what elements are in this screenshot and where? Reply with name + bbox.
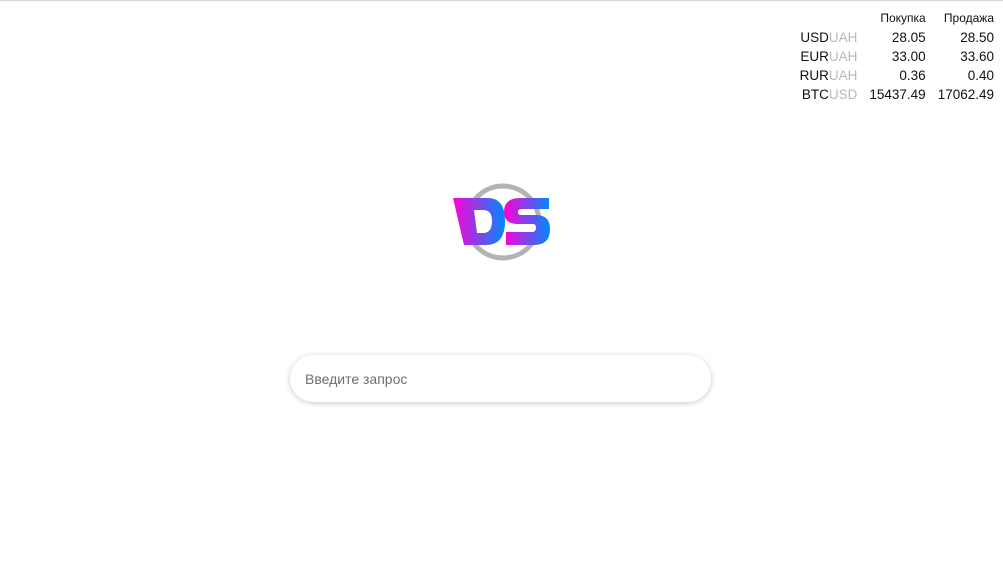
buy-rate: 33.00 xyxy=(891,49,926,64)
base-currency: EUR xyxy=(800,49,829,64)
base-currency: BTC xyxy=(801,87,829,102)
rates-header-row: Покупка Продажа xyxy=(800,10,994,28)
quote-currency: UAH xyxy=(828,68,858,83)
quote-currency: UAH xyxy=(828,49,858,64)
quote-currency: USD xyxy=(828,87,858,102)
pair-header xyxy=(800,10,858,28)
sell-rate: 0.40 xyxy=(967,68,994,83)
sell-header: Продажа xyxy=(943,10,994,25)
base-currency: RUR xyxy=(799,68,829,83)
search-input[interactable] xyxy=(290,355,711,402)
quote-currency: UAH xyxy=(828,30,858,45)
currency-pair: RURUAH xyxy=(800,66,858,85)
exchange-rates-table: Покупка Продажа USDUAH 28.05 28.50 EURUA… xyxy=(800,10,994,104)
currency-pair: USDUAH xyxy=(800,28,858,47)
rate-row-usd: USDUAH 28.05 28.50 xyxy=(800,28,994,47)
rate-row-btc: BTCUSD 15437.49 17062.49 xyxy=(800,85,994,104)
search-box[interactable] xyxy=(290,355,711,402)
buy-rate: 0.36 xyxy=(899,68,926,83)
sell-rate: 17062.49 xyxy=(937,87,994,102)
rate-row-eur: EURUAH 33.00 33.60 xyxy=(800,47,994,66)
buy-rate: 15437.49 xyxy=(869,87,926,102)
ds-logo xyxy=(450,181,554,263)
buy-header: Покупка xyxy=(880,10,926,25)
sell-rate: 28.50 xyxy=(960,30,994,45)
base-currency: USD xyxy=(800,30,829,45)
top-divider xyxy=(0,0,1003,1)
buy-rate: 28.05 xyxy=(891,30,926,45)
sell-rate: 33.60 xyxy=(960,49,994,64)
currency-pair: BTCUSD xyxy=(800,85,858,104)
currency-pair: EURUAH xyxy=(800,47,858,66)
ds-logo-icon xyxy=(453,183,550,261)
rate-row-rur: RURUAH 0.36 0.40 xyxy=(800,66,994,85)
